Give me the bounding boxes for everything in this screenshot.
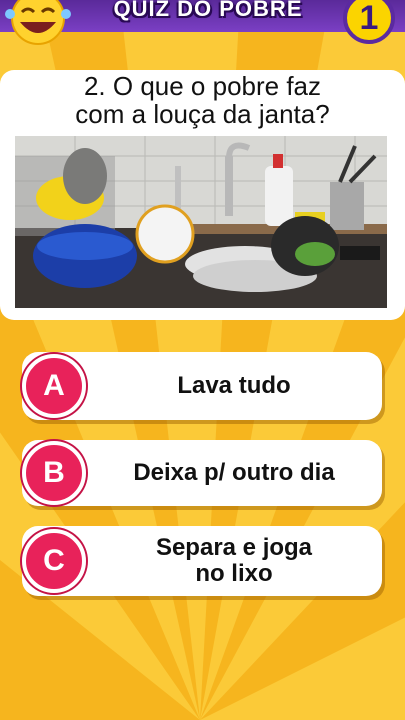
- question-text: 2. O que o pobre faz com a louça da jant…: [0, 72, 405, 128]
- option-b-letter: B: [43, 456, 65, 489]
- option-b-letter-badge: B: [22, 441, 86, 505]
- option-c-letter: C: [43, 544, 65, 577]
- dirty-dishes-sink-photo: [15, 136, 387, 308]
- option-a-button[interactable]: A Lava tudo: [22, 352, 382, 420]
- laughing-emoji-icon: [5, 0, 71, 45]
- option-a-letter-badge: A: [22, 354, 86, 418]
- question-line-2: com a louça da janta?: [75, 99, 330, 129]
- option-b-text: Deixa p/ outro dia: [133, 459, 335, 486]
- question-line-1: 2. O que o pobre faz: [83, 71, 322, 101]
- option-c-line-2: no lixo: [195, 560, 273, 587]
- quiz-title: QUIZ DO POBRE: [113, 0, 303, 21]
- option-c-line-1: Separa e joga: [155, 534, 313, 561]
- option-a-text: Lava tudo: [177, 372, 291, 399]
- option-c-letter-badge: C: [22, 529, 86, 593]
- question-card: 2. O que o pobre faz com a louça da jant…: [0, 70, 405, 320]
- option-b-button[interactable]: B Deixa p/ outro dia: [22, 440, 382, 506]
- option-c-button[interactable]: C Separa e joga no lixo: [22, 526, 382, 596]
- question-number: 1: [359, 0, 379, 37]
- option-a-letter: A: [43, 369, 65, 402]
- option-c-text: Separa e joga no lixo: [92, 526, 376, 596]
